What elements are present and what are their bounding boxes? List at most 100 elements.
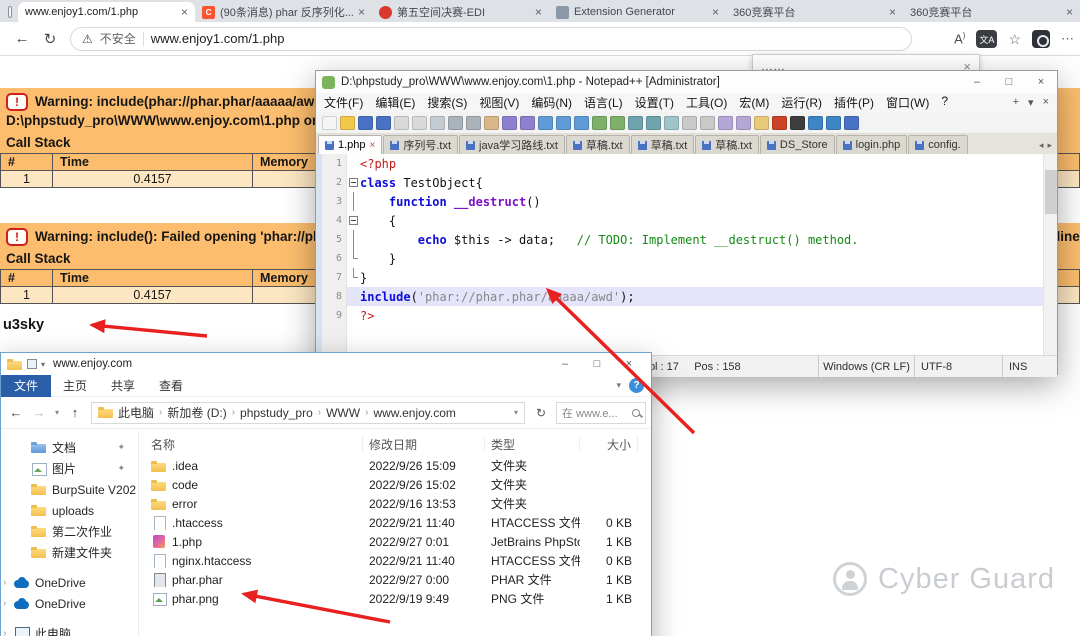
chevron-right-icon[interactable]: ›: [3, 628, 6, 636]
quick-access-icon[interactable]: [27, 359, 37, 369]
close-doc-icon[interactable]: [394, 115, 409, 130]
sidebar-item[interactable]: BurpSuite V202: [1, 479, 138, 500]
doc-tab-close-icon[interactable]: ×: [370, 140, 376, 151]
save-icon[interactable]: [358, 115, 373, 130]
browser-tab[interactable]: www.enjoy1.com/1.php ×: [18, 2, 195, 22]
menu-item[interactable]: 窗口(W): [880, 94, 935, 111]
menu-item[interactable]: 编码(N): [525, 94, 578, 111]
npp-minimize-button[interactable]: –: [961, 71, 993, 93]
tab-close-icon[interactable]: ×: [535, 5, 542, 19]
menu-item[interactable]: 搜索(S): [421, 94, 473, 111]
column-header-size[interactable]: 大小: [580, 436, 638, 452]
tab-close-icon[interactable]: ×: [358, 5, 365, 19]
help-button[interactable]: ?: [629, 378, 644, 393]
translate-icon[interactable]: 文A: [976, 30, 998, 48]
npp-new-tab-icon[interactable]: +: [1013, 96, 1019, 109]
breadcrumb-item[interactable]: 新加卷 (D:): [167, 404, 226, 421]
menu-item[interactable]: 设置(T): [629, 94, 680, 111]
npp-maximize-button[interactable]: □: [993, 71, 1025, 93]
scrollbar-thumb[interactable]: [1045, 170, 1057, 214]
doc-map-icon[interactable]: [718, 115, 733, 130]
show-symbols-icon[interactable]: [682, 115, 697, 130]
tab-close-icon[interactable]: ×: [1066, 5, 1073, 19]
explorer-back-button[interactable]: ←: [6, 405, 26, 420]
sidebar-item[interactable]: › OneDrive: [1, 593, 138, 614]
tab-actions-button[interactable]: [8, 6, 12, 18]
menu-item[interactable]: 工具(O): [680, 94, 733, 111]
ribbon-tab-file[interactable]: 文件: [1, 374, 52, 397]
sidebar-item[interactable]: 文档 ✦: [1, 437, 138, 458]
npp-titlebar[interactable]: D:\phpstudy_pro\WWW\www.enjoy.com\1.php …: [316, 71, 1057, 93]
address-dropdown-icon[interactable]: ▾: [514, 408, 518, 417]
sidebar-item[interactable]: 图片 ✦: [1, 458, 138, 479]
file-row[interactable]: .idea 2022/9/26 15:09 文件夹: [145, 456, 651, 475]
menu-item[interactable]: 插件(P): [828, 94, 880, 111]
menu-item[interactable]: 视图(V): [473, 94, 525, 111]
zoom-out-icon[interactable]: [610, 115, 625, 130]
doc-tab[interactable]: 草稿.txt: [565, 135, 630, 154]
print-icon[interactable]: [430, 115, 445, 130]
doc-tab[interactable]: config.: [908, 135, 968, 154]
npp-editor[interactable]: 1 <?php 2 class TestObject{3 function __des…: [316, 154, 1057, 355]
doc-tab[interactable]: 草稿.txt: [695, 135, 759, 154]
browser-tab[interactable]: 第五空间决赛-EDI ×: [372, 2, 549, 22]
sidebar-item[interactable]: › 此电脑: [1, 623, 138, 636]
save-all-icon[interactable]: [376, 115, 391, 130]
sidebar-item[interactable]: › OneDrive: [1, 572, 138, 593]
function-list-icon[interactable]: [736, 115, 751, 130]
explorer-titlebar[interactable]: ▾ www.enjoy.com – □ ×: [1, 353, 651, 375]
sidebar-item[interactable]: 第二次作业: [1, 521, 138, 542]
npp-close-doc-icon[interactable]: ×: [1043, 96, 1049, 109]
sidebar-item[interactable]: uploads: [1, 500, 138, 521]
menu-item[interactable]: 宏(M): [733, 94, 775, 111]
favorite-star-icon[interactable]: ☆: [1008, 31, 1021, 48]
menu-item[interactable]: 语言(L): [578, 94, 629, 111]
column-header-type[interactable]: 类型: [485, 436, 580, 452]
undo-icon[interactable]: [502, 115, 517, 130]
ribbon-expand-icon[interactable]: ▾: [616, 380, 621, 391]
zoom-in-icon[interactable]: [592, 115, 607, 130]
explorer-minimize-button[interactable]: –: [549, 353, 581, 375]
find-icon[interactable]: [538, 115, 553, 130]
sidebar-item[interactable]: 新建文件夹: [1, 542, 138, 563]
npp-close-button[interactable]: ×: [1025, 71, 1057, 93]
ribbon-tab-home[interactable]: 主页: [51, 377, 99, 394]
editor-scrollbar[interactable]: [1043, 154, 1057, 355]
doc-tab[interactable]: DS_Store: [759, 135, 835, 154]
extension-icon[interactable]: [1032, 30, 1050, 48]
quick-access-toolbar[interactable]: ▾: [27, 359, 45, 369]
stop-macro-icon[interactable]: [790, 115, 805, 130]
run-multiple-icon[interactable]: [826, 115, 841, 130]
menu-item[interactable]: 文件(F): [318, 94, 369, 111]
breadcrumb-item[interactable]: www.enjoy.com: [373, 406, 455, 420]
back-button[interactable]: ←: [8, 30, 36, 47]
redo-icon[interactable]: [520, 115, 535, 130]
browser-tab[interactable]: 360竞赛平台 ×: [903, 2, 1080, 22]
tab-close-icon[interactable]: ×: [712, 5, 719, 19]
cut-icon[interactable]: [448, 115, 463, 130]
copy-icon[interactable]: [466, 115, 481, 130]
read-aloud-button[interactable]: A): [954, 31, 965, 46]
doc-tab-scroll[interactable]: ◂ ▸: [1039, 140, 1057, 154]
menu-item[interactable]: 编辑(E): [369, 94, 421, 111]
doc-tab[interactable]: 序列号.txt: [383, 135, 459, 154]
tab-scroll-right-icon[interactable]: ▸: [1047, 140, 1052, 151]
close-all-icon[interactable]: [412, 115, 427, 130]
chevron-right-icon[interactable]: ›: [3, 577, 6, 588]
open-folder-icon[interactable]: [340, 115, 355, 130]
new-file-icon[interactable]: [322, 115, 337, 130]
settings-more-icon[interactable]: ⋯: [1061, 31, 1074, 47]
quick-access-dropdown-icon[interactable]: ▾: [41, 360, 45, 369]
ribbon-tab-view[interactable]: 查看: [147, 377, 195, 394]
tab-close-icon[interactable]: ×: [889, 5, 896, 19]
browser-tab[interactable]: C (90条消息) phar 反序列化... ×: [195, 2, 372, 22]
file-row[interactable]: phar.phar 2022/9/27 0:00 PHAR 文件 1 KB: [145, 570, 651, 589]
fold-margin[interactable]: [347, 211, 360, 230]
file-row[interactable]: .htaccess 2022/9/21 11:40 HTACCESS 文件 0 KB: [145, 513, 651, 532]
menu-item[interactable]: 运行(R): [775, 94, 828, 111]
explorer-refresh-icon[interactable]: ↻: [531, 406, 551, 420]
breadcrumb-item[interactable]: phpstudy_pro: [240, 406, 313, 420]
sync-horizontal-icon[interactable]: [646, 115, 661, 130]
file-row[interactable]: code 2022/9/26 15:02 文件夹: [145, 475, 651, 494]
npp-tab-list-icon[interactable]: ▾: [1028, 96, 1034, 109]
